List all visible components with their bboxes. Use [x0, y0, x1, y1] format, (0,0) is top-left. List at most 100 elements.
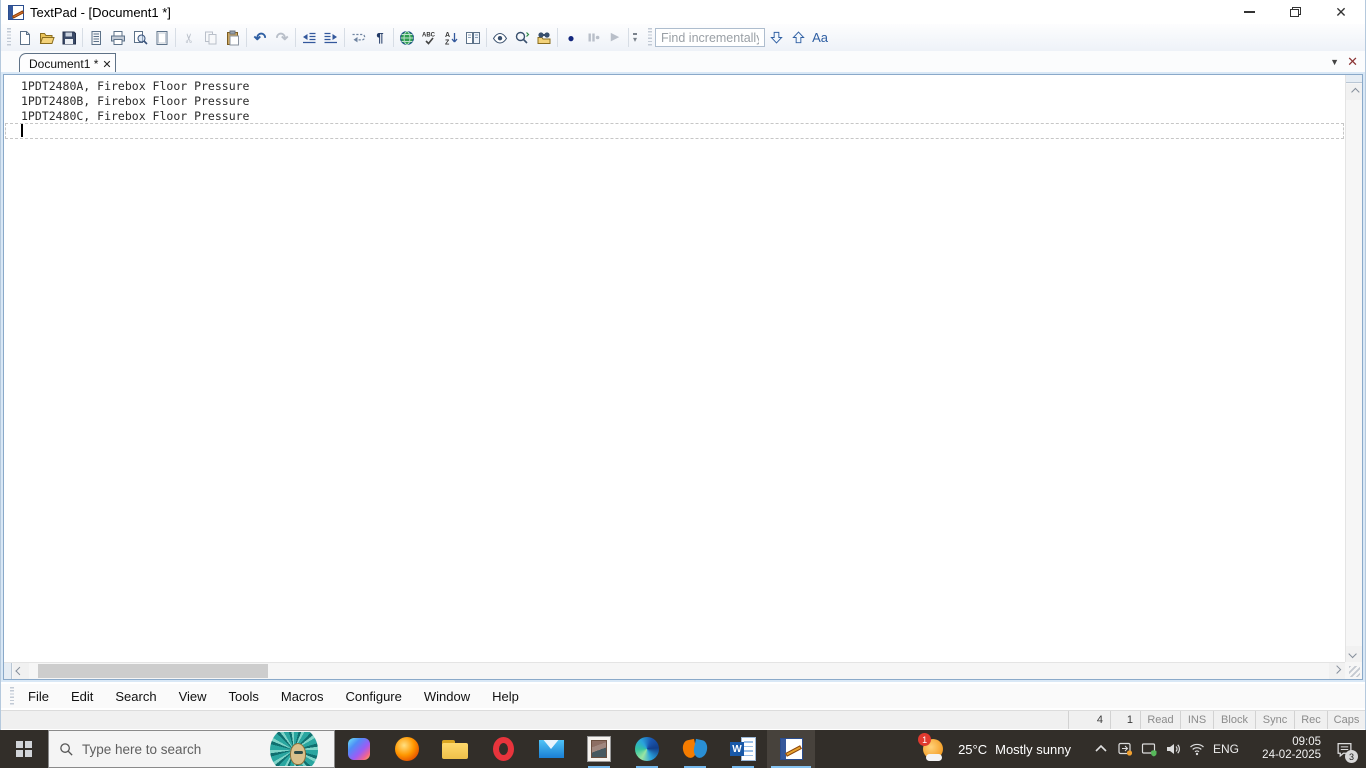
resize-grip[interactable] — [1345, 662, 1362, 679]
tray-overflow-button[interactable] — [1089, 730, 1113, 768]
menubar-drag-handle[interactable] — [10, 686, 14, 706]
taskbar-weather[interactable]: 1 25°C Mostly sunny — [918, 733, 1071, 762]
tab-list-dropdown[interactable]: ▼ — [1330, 57, 1339, 67]
print-preview-button[interactable] — [129, 26, 151, 49]
scroll-right-button[interactable] — [1329, 663, 1345, 679]
view-button[interactable] — [489, 26, 511, 49]
copy-button[interactable] — [200, 26, 222, 49]
toolbar-overflow-button[interactable]: ▾ — [633, 32, 638, 43]
taskbar-app-edge[interactable] — [623, 730, 671, 768]
menu-help[interactable]: Help — [481, 686, 530, 707]
scroll-left-button[interactable] — [13, 663, 29, 679]
close-button[interactable]: ✕ — [1325, 0, 1357, 24]
unindent-button[interactable] — [298, 26, 320, 49]
tabbar-close-button[interactable]: ✕ — [1347, 54, 1358, 70]
menu-file[interactable]: File — [17, 686, 60, 707]
status-flag-rec[interactable]: Rec — [1294, 711, 1327, 729]
save-button[interactable] — [58, 26, 80, 49]
menu-view[interactable]: View — [168, 686, 218, 707]
text-editor[interactable]: 1PDT2480A, Firebox Floor Pressure 1PDT24… — [4, 75, 1345, 662]
status-flag-caps[interactable]: Caps — [1327, 711, 1365, 729]
status-flag-read[interactable]: Read — [1140, 711, 1180, 729]
toolbar-separator — [175, 28, 176, 47]
status-flag-block[interactable]: Block — [1213, 711, 1255, 729]
menu-edit[interactable]: Edit — [60, 686, 104, 707]
taskbar-app-file-explorer[interactable] — [431, 730, 479, 768]
taskbar-app-firefox[interactable] — [383, 730, 431, 768]
taskbar-app-copilot[interactable] — [335, 730, 383, 768]
show-whitespace-button[interactable]: ¶ — [369, 26, 391, 49]
compare-files-button[interactable] — [462, 26, 484, 49]
taskbar-app-thunderbird[interactable] — [671, 730, 719, 768]
menu-macros[interactable]: Macros — [270, 686, 335, 707]
language-indicator[interactable]: ENG — [1209, 742, 1243, 756]
menu-configure[interactable]: Configure — [335, 686, 413, 707]
horizontal-scroll-thumb[interactable] — [38, 664, 268, 678]
cut-button[interactable]: ✂ — [178, 26, 200, 49]
menu-tools[interactable]: Tools — [218, 686, 270, 707]
open-file-button[interactable] — [36, 26, 58, 49]
taskbar-search[interactable] — [48, 730, 335, 768]
tray-volume-button[interactable] — [1161, 730, 1185, 768]
taskbar-app-word[interactable]: W — [719, 730, 767, 768]
find-incrementally-input[interactable] — [655, 28, 766, 47]
match-case-button[interactable]: Aa — [809, 27, 831, 49]
find-next-down-button[interactable] — [765, 27, 787, 49]
minimize-button[interactable] — [1233, 0, 1265, 24]
search-options-button[interactable] — [511, 26, 533, 49]
tab-document1[interactable]: Document1 * ✕ — [19, 53, 116, 74]
undo-button[interactable]: ↶ — [249, 26, 271, 49]
print-button[interactable] — [107, 26, 129, 49]
taskbar-app-mail[interactable] — [527, 730, 575, 768]
taskbar-app-opera[interactable] — [479, 730, 527, 768]
sync-app-icon — [1118, 742, 1133, 756]
split-window-handle[interactable] — [1346, 75, 1362, 83]
new-document-button[interactable] — [14, 26, 36, 49]
start-button[interactable] — [0, 730, 48, 768]
split-window-handle[interactable] — [4, 663, 12, 679]
document-properties-button[interactable] — [85, 26, 107, 49]
chevron-up-icon — [1351, 87, 1360, 97]
menu-window[interactable]: Window — [413, 686, 481, 707]
toolbar-drag-handle[interactable] — [7, 28, 11, 47]
status-column-number: 1 — [1110, 711, 1140, 729]
svg-text:Z: Z — [445, 39, 450, 46]
tray-security-button[interactable] — [1137, 730, 1161, 768]
word-wrap-button[interactable] — [347, 26, 369, 49]
menu-search[interactable]: Search — [104, 686, 167, 707]
undo-icon: ↶ — [253, 29, 267, 47]
search-input[interactable] — [82, 741, 232, 757]
search-toolbar-drag-handle[interactable] — [648, 28, 653, 47]
taskbar-app-textpad[interactable] — [767, 730, 815, 768]
eye-icon — [492, 32, 508, 44]
tray-wifi-button[interactable] — [1185, 730, 1209, 768]
record-macro-button[interactable]: ● — [560, 26, 582, 49]
toolbar-separator — [393, 28, 394, 47]
pause-macro-button[interactable] — [582, 26, 604, 49]
find-in-files-button[interactable] — [533, 26, 555, 49]
search-icon — [60, 742, 73, 756]
restore-button[interactable] — [1279, 0, 1311, 24]
sort-button[interactable]: AZ — [440, 26, 462, 49]
action-center-button[interactable]: 3 — [1327, 730, 1361, 768]
find-in-files-icon — [537, 31, 551, 44]
redo-button[interactable]: ↷ — [271, 26, 293, 49]
tab-close-icon[interactable]: ✕ — [102, 58, 111, 71]
scroll-up-button[interactable] — [1346, 84, 1362, 100]
taskbar-clock[interactable]: 09:05 24-02-2025 — [1243, 736, 1321, 762]
paste-button[interactable] — [222, 26, 244, 49]
browser-preview-button[interactable] — [396, 26, 418, 49]
play-macro-button[interactable]: ▶ — [604, 26, 626, 49]
vertical-scrollbar[interactable] — [1345, 75, 1362, 662]
tray-sync-app-button[interactable] — [1113, 730, 1137, 768]
page-outline-button[interactable] — [151, 26, 173, 49]
taskbar-app-photo-viewer[interactable] — [575, 730, 623, 768]
horizontal-scrollbar[interactable] — [4, 662, 1345, 679]
indent-button[interactable] — [320, 26, 342, 49]
minimize-icon — [1243, 11, 1255, 13]
spell-check-button[interactable]: ABC — [418, 26, 440, 49]
status-flag-ins[interactable]: INS — [1180, 711, 1213, 729]
find-next-up-button[interactable] — [787, 27, 809, 49]
status-flag-sync[interactable]: Sync — [1255, 711, 1294, 729]
scroll-down-button[interactable] — [1346, 646, 1362, 662]
